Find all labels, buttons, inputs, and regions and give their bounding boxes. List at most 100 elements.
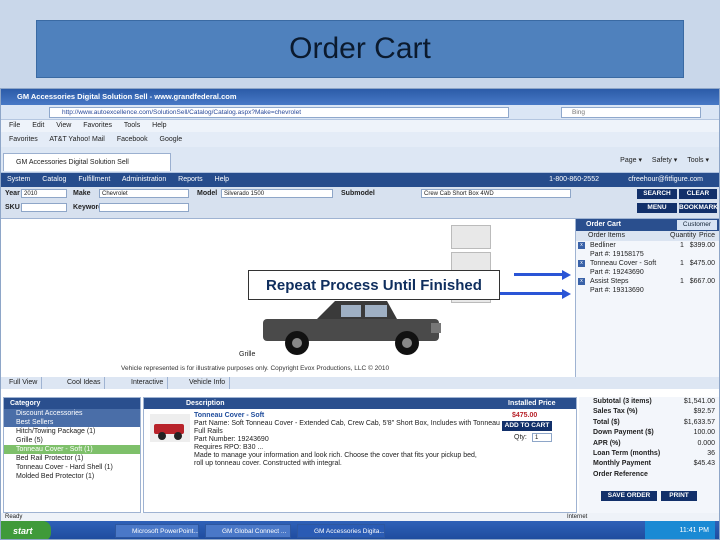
save-order-button[interactable]: SAVE ORDER [601,491,657,501]
sku-input[interactable] [21,203,67,212]
status-bar: Ready Internet [1,513,719,521]
url-input[interactable]: http://www.autoexcellence.com/SolutionSe… [49,107,509,118]
menu-bar: File Edit View Favorites Tools Help [1,120,719,132]
summary-row: Down Payment ($) 100.00 [593,429,715,437]
account-email: cfreehour@fitfigure.com [628,176,703,183]
search-input[interactable]: Bing [561,107,701,118]
fav-facebook[interactable]: Facebook [117,136,148,143]
nav-fulfillment[interactable]: Fulfillment [78,176,110,183]
tab-bar: GM Accessories Digital Solution Sell Pag… [1,147,719,173]
customer-button[interactable]: Customer [677,220,717,230]
category-item[interactable]: Hitch/Towing Package (1) [4,427,140,436]
cart-part-row: Part #: 19313690 [590,287,644,294]
vehicle-disclaimer: Vehicle represented is for illustrative … [121,365,390,372]
cart-row: x Bedliner 1 $399.00 [576,241,719,250]
year-select[interactable]: 2010 [21,189,67,198]
taskbar: start Microsoft PowerPoint... GM Global … [1,521,719,539]
nav-help[interactable]: Help [215,176,229,183]
status-text: Ready [5,514,23,520]
order-summary: Subtotal (3 items) $1,541.00 Sales Tax (%… [579,397,719,513]
category-item[interactable]: Molded Bed Protector (1) [4,472,140,481]
phone-number: 1-800-860-2552 [549,176,599,183]
summary-row: Monthly Payment $45.43 [593,460,715,468]
interactive-button[interactable]: Interactive [127,377,169,389]
submodel-select[interactable]: Crew Cab Short Box 4WD [421,189,571,198]
catalog-panel: Category Discount Accessories Best Selle… [1,389,719,513]
category-item[interactable]: Grille (5) [4,436,140,445]
fav-att-mail[interactable]: AT&T Yahoo! Mail [49,136,105,143]
full-view-button[interactable]: Full View [5,377,43,389]
slide-title: Order Cart [36,20,684,78]
view-buttons: Full View Cool Ideas Interactive Vehicle… [1,377,719,389]
start-button[interactable]: start [1,521,51,539]
installed-price-header: Installed Price [508,400,556,407]
remove-icon[interactable]: x [578,260,585,267]
menu-view[interactable]: View [56,122,71,129]
task-gm-global[interactable]: GM Global Connect ... [205,524,291,538]
category-item[interactable]: Bed Rail Protector (1) [4,454,140,463]
installed-price: $475.00 [512,412,538,419]
truck-image [263,301,441,355]
remove-icon[interactable]: x [578,278,585,285]
clear-button[interactable]: CLEAR [679,189,717,199]
vehicle-info-button[interactable]: Vehicle Info [185,377,231,389]
make-label: Make [73,190,91,197]
system-clock: 11:41 PM [645,521,715,539]
page-menu[interactable]: Page ▾ [620,157,642,164]
nav-administration[interactable]: Administration [122,176,166,183]
fav-google[interactable]: Google [160,136,183,143]
favorites-button[interactable]: Favorites [9,136,38,143]
cart-part-row: Part #: 19158175 [590,251,644,258]
cool-ideas-button[interactable]: Cool Ideas [63,377,106,389]
make-select[interactable]: Chevrolet [99,189,189,198]
task-gm-accessories[interactable]: GM Accessories Digita... [297,524,385,538]
category-item[interactable]: Discount Accessories [4,409,140,418]
summary-row: Sales Tax (%) $92.57 [593,408,715,416]
category-item-selected[interactable]: Tonneau Cover - Soft (1) [4,445,140,454]
summary-row: Subtotal (3 items) $1,541.00 [593,398,715,405]
menu-file[interactable]: File [9,122,20,129]
safety-menu[interactable]: Safety ▾ [652,157,677,164]
search-button[interactable]: SEARCH [637,189,677,199]
print-button[interactable]: PRINT [661,491,697,501]
summary-row: Order Reference [593,470,648,478]
submodel-label: Submodel [341,190,375,197]
year-label: Year [5,190,20,197]
category-header: Category [4,398,140,409]
page-tools: Page ▾ Safety ▾ Tools ▾ [612,155,709,167]
cart-row: x Tonneau Cover - Soft 1 $475.00 [576,259,719,268]
part-name: Part Name: Soft Tonneau Cover - Extended… [194,420,500,427]
browser-window: GM Accessories Digital Solution Sell - w… [0,88,720,540]
menu-button[interactable]: MENU [637,203,677,213]
zone-text: Internet [567,514,588,520]
qty-label: Qty: [514,434,527,441]
add-to-cart-button[interactable]: ADD TO CART [502,421,552,431]
col-price: Price [699,232,715,239]
description-panel: Description Installed Price Tonneau Cove… [143,397,577,513]
category-item[interactable]: Tonneau Cover - Hard Shell (1) [4,463,140,472]
requires-rpo: Requires RPO: B30 ... [194,444,264,451]
category-item[interactable]: Best Sellers [4,418,140,427]
menu-tools[interactable]: Tools [124,122,140,129]
remove-icon[interactable]: x [578,242,585,249]
tools-menu[interactable]: Tools ▾ [687,157,709,164]
browser-tab[interactable]: GM Accessories Digital Solution Sell [3,153,171,171]
keyword-input[interactable] [99,203,189,212]
task-powerpoint[interactable]: Microsoft PowerPoint... [115,524,199,538]
nav-system[interactable]: System [7,176,30,183]
order-cart: Order Cart Customer Order Items Quantity… [575,219,719,377]
model-label: Model [197,190,218,197]
bookmark-button[interactable]: BOOKMARK [679,203,718,213]
col-quantity: Quantity [670,232,697,239]
menu-edit[interactable]: Edit [32,122,44,129]
qty-input[interactable]: 1 [532,433,552,442]
menu-favorites[interactable]: Favorites [83,122,112,129]
menu-help[interactable]: Help [152,122,166,129]
category-panel: Category Discount Accessories Best Selle… [3,397,141,513]
favorites-bar: Favorites AT&T Yahoo! Mail Facebook Goog… [1,132,719,147]
nav-reports[interactable]: Reports [178,176,203,183]
product-title[interactable]: Tonneau Cover - Soft [194,412,264,419]
nav-catalog[interactable]: Catalog [42,176,66,183]
model-select[interactable]: Silverado 1500 [221,189,333,198]
thumbnail[interactable] [451,225,491,249]
